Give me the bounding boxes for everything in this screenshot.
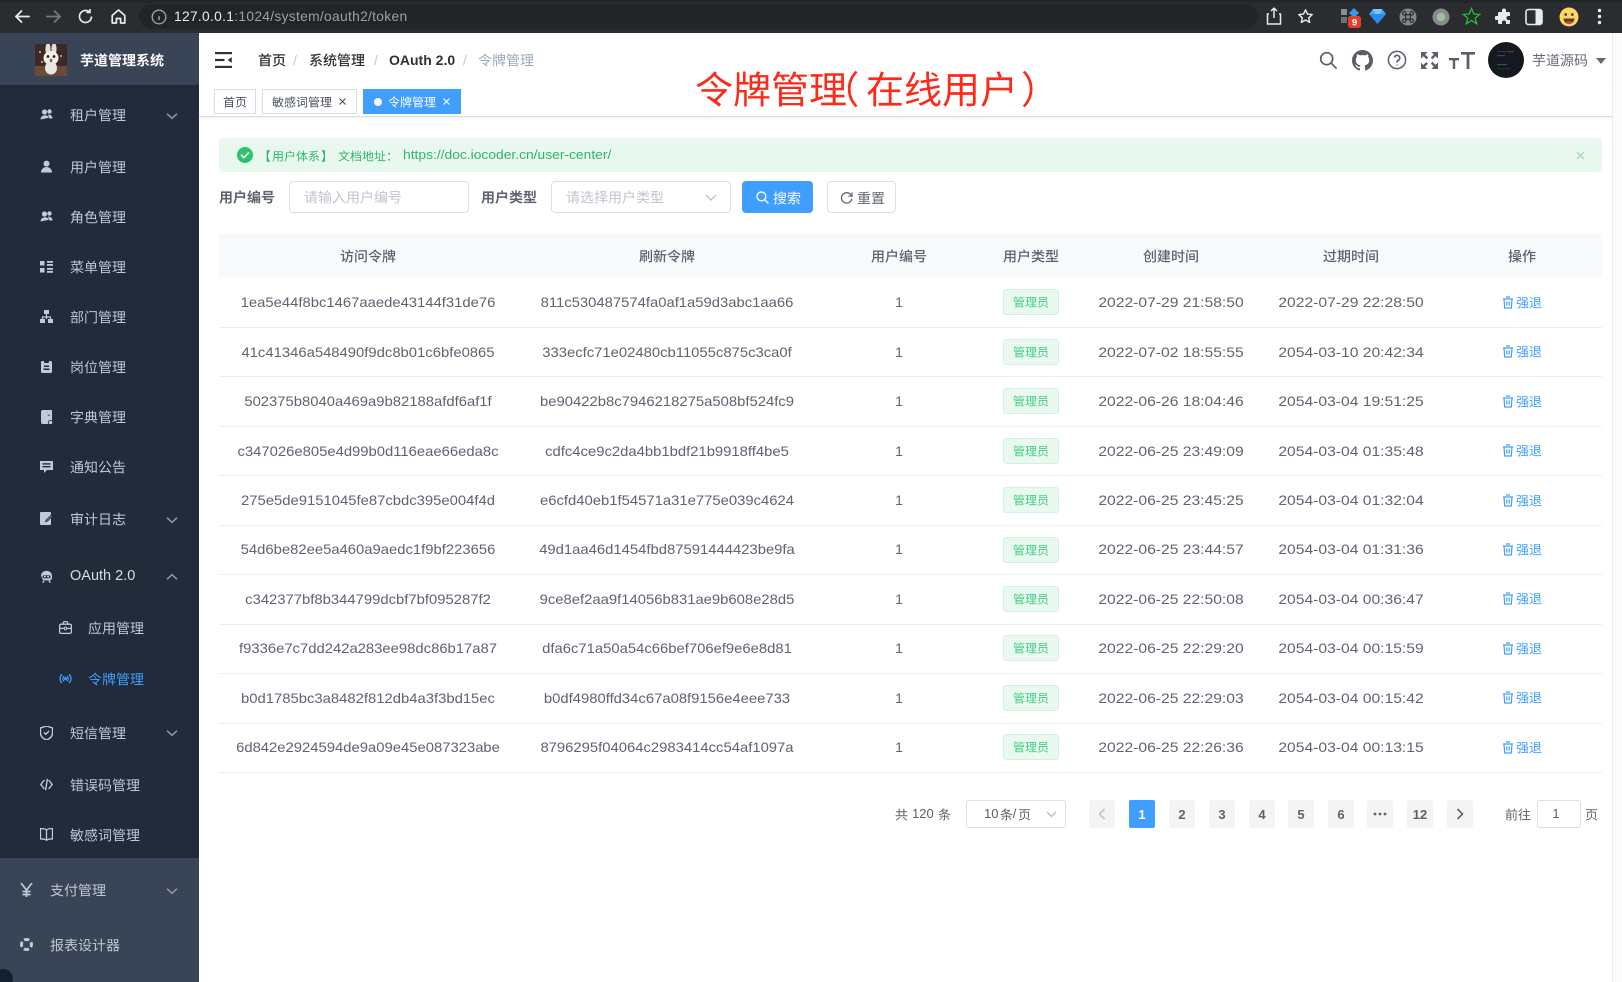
svg-text:9: 9: [1352, 18, 1357, 29]
